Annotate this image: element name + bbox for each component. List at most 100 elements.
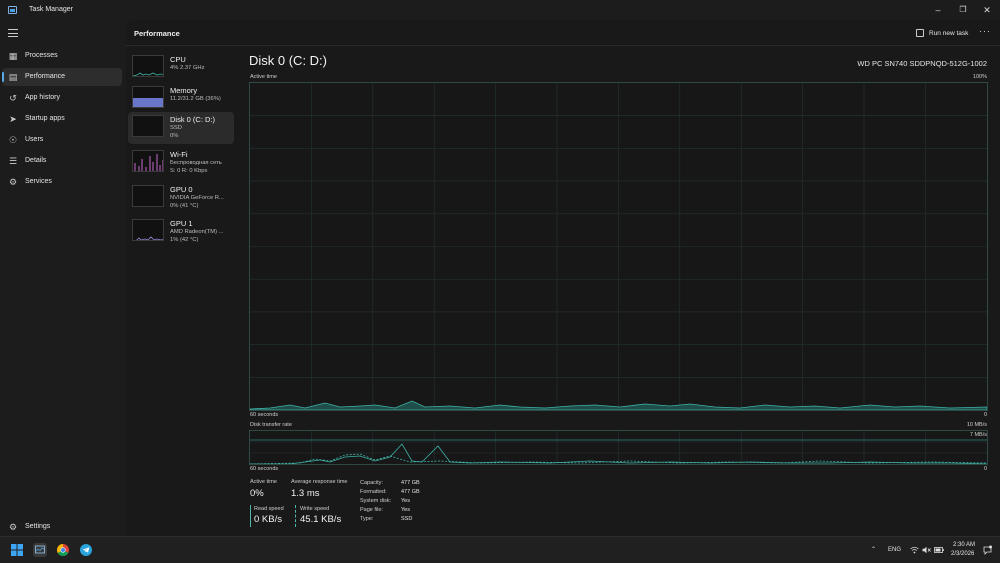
device-name: Memory — [170, 86, 198, 95]
device-name: CPU — [170, 55, 186, 64]
device-gpu-0[interactable]: GPU 0 NVIDIA GeForce R... 0% (41 °C) — [128, 182, 234, 214]
device-detail: NVIDIA GeForce R... — [170, 195, 224, 201]
processes-icon: ▦ — [8, 51, 18, 61]
chrome-icon[interactable] — [56, 544, 69, 557]
telegram-icon[interactable] — [80, 544, 92, 556]
page-file-value: Yes — [401, 507, 410, 513]
users-icon: ☉ — [8, 135, 18, 145]
close-button[interactable]: ✕ — [977, 3, 997, 17]
active-time-value: 0% — [250, 488, 264, 499]
sidebar-item-label: Users — [25, 136, 44, 143]
memory-thumbnail-graph — [132, 86, 164, 108]
disk-title: Disk 0 (C: D:) — [249, 53, 327, 68]
device-memory[interactable]: Memory 11.2/31.2 GB (36%) — [128, 83, 234, 115]
formatted-value: 477 GB — [401, 489, 420, 495]
transfer-rate-chart-max: 10 MB/s — [966, 422, 987, 428]
device-name: GPU 1 — [170, 219, 193, 228]
formatted-key: Formatted: — [360, 489, 387, 495]
sidebar-item-label: Startup apps — [25, 115, 65, 122]
write-speed-indicator — [295, 505, 296, 527]
page-title: Performance — [134, 29, 180, 38]
clock-date[interactable]: 2/3/2026 — [951, 551, 974, 557]
device-throughput: S: 0 R: 0 Kbps — [170, 168, 208, 174]
write-speed-label: Write speed — [300, 506, 330, 512]
sidebar-item-services[interactable]: ⚙ Services — [2, 173, 122, 191]
header-divider — [126, 45, 1000, 46]
clock-time[interactable]: 2:30 AM — [953, 542, 975, 548]
settings-button[interactable]: ⚙ Settings — [2, 518, 122, 536]
battery-icon[interactable] — [934, 546, 944, 556]
device-usage: 0% — [170, 133, 179, 139]
transfer-rate-x-left: 60 seconds — [250, 466, 279, 472]
sidebar-item-app-history[interactable]: ↺ App history — [2, 89, 122, 107]
type-value: SSD — [401, 516, 413, 522]
run-task-icon — [916, 29, 924, 37]
sidebar-item-processes[interactable]: ▦ Processes — [2, 47, 122, 65]
wifi-icon[interactable] — [910, 546, 919, 556]
windows-start-icon[interactable] — [11, 544, 23, 556]
restore-button[interactable]: ❐ — [953, 3, 973, 17]
device-detail: AMD Radeon(TM) ... — [170, 229, 224, 235]
show-hidden-icons-icon[interactable]: ⌃ — [871, 546, 876, 553]
type-key: Type: — [360, 516, 374, 522]
sidebar-item-performance[interactable]: ▤ Performance — [2, 68, 122, 86]
settings-gear-icon: ⚙ — [8, 522, 18, 532]
sidebar-item-label: Processes — [25, 52, 58, 59]
gpu0-thumbnail-graph — [132, 185, 164, 207]
device-detail: 4% 2.37 GHz — [170, 65, 205, 71]
task-manager-icon — [8, 6, 17, 14]
system-disk-value: Yes — [401, 498, 410, 504]
active-time-label: Active time — [250, 479, 277, 485]
device-usage: 0% (41 °C) — [170, 203, 199, 209]
active-time-x-right: 0 — [983, 412, 987, 418]
disk-thumbnail-graph — [132, 115, 164, 137]
device-gpu-1[interactable]: GPU 1 AMD Radeon(TM) ... 1% (42 °C) — [128, 216, 234, 248]
sidebar-item-label: Performance — [25, 73, 66, 80]
details-icon: ☰ — [8, 156, 18, 166]
minimize-button[interactable]: – — [928, 3, 948, 17]
device-name: Wi-Fi — [170, 150, 188, 159]
active-time-x-left: 60 seconds — [250, 412, 279, 418]
notifications-icon[interactable] — [983, 545, 992, 557]
window-title: Task Manager — [29, 6, 73, 13]
task-manager-taskbar-icon[interactable] — [33, 543, 47, 557]
sidebar-item-label: Details — [25, 157, 47, 164]
wifi-thumbnail-graph — [132, 150, 164, 172]
active-time-chart-label: Active time — [250, 74, 277, 80]
capacity-key: Capacity: — [360, 480, 383, 486]
startup-apps-icon: ➤ — [9, 114, 17, 124]
language-indicator[interactable]: ENG — [888, 547, 901, 553]
sidebar-item-details[interactable]: ☰ Details — [2, 152, 122, 170]
capacity-value: 477 GB — [401, 480, 420, 486]
sidebar: ▦ Processes ▤ Performance ↺ App history … — [0, 20, 126, 536]
device-disk-0[interactable]: Disk 0 (C: D:) SSD 0% — [128, 112, 234, 144]
taskbar: ⌃ ENG 2:30 AM 2/3/2026 — [0, 536, 1000, 563]
transfer-rate-marker: 7 MB/s — [969, 432, 987, 438]
performance-icon: ▤ — [8, 72, 18, 82]
more-options-button[interactable]: ··· — [979, 26, 991, 36]
sidebar-item-users[interactable]: ☉ Users — [2, 131, 122, 149]
device-detail: Беспроводная сеть — [170, 160, 222, 166]
app-history-icon: ↺ — [9, 93, 17, 103]
title-bar: Task Manager – ❐ ✕ — [0, 0, 1000, 20]
device-wifi[interactable]: Wi-Fi Беспроводная сеть S: 0 R: 0 Kbps — [128, 147, 234, 179]
volume-muted-icon[interactable] — [922, 546, 931, 556]
sidebar-item-label: App history — [25, 94, 61, 101]
device-usage: 1% (42 °C) — [170, 237, 199, 243]
read-speed-label: Read speed — [254, 506, 284, 512]
avg-response-label: Average response time — [291, 479, 348, 485]
transfer-rate-chart-label: Disk transfer rate — [250, 422, 292, 428]
active-time-chart — [249, 82, 988, 411]
hamburger-menu-icon[interactable] — [8, 29, 18, 37]
transfer-rate-x-right: 0 — [983, 466, 987, 472]
disk-transfer-rate-chart — [249, 430, 988, 465]
sidebar-item-startup-apps[interactable]: ➤ Startup apps — [2, 110, 122, 128]
services-icon: ⚙ — [8, 177, 18, 187]
system-disk-key: System disk: — [360, 498, 392, 504]
read-speed-value: 0 KB/s — [254, 514, 282, 525]
device-detail: 11.2/31.2 GB (36%) — [170, 96, 221, 102]
write-speed-value: 45.1 KB/s — [300, 514, 342, 525]
device-cpu[interactable]: CPU 4% 2.37 GHz — [128, 52, 234, 84]
page-file-key: Page file: — [360, 507, 383, 513]
read-speed-indicator — [250, 505, 251, 527]
